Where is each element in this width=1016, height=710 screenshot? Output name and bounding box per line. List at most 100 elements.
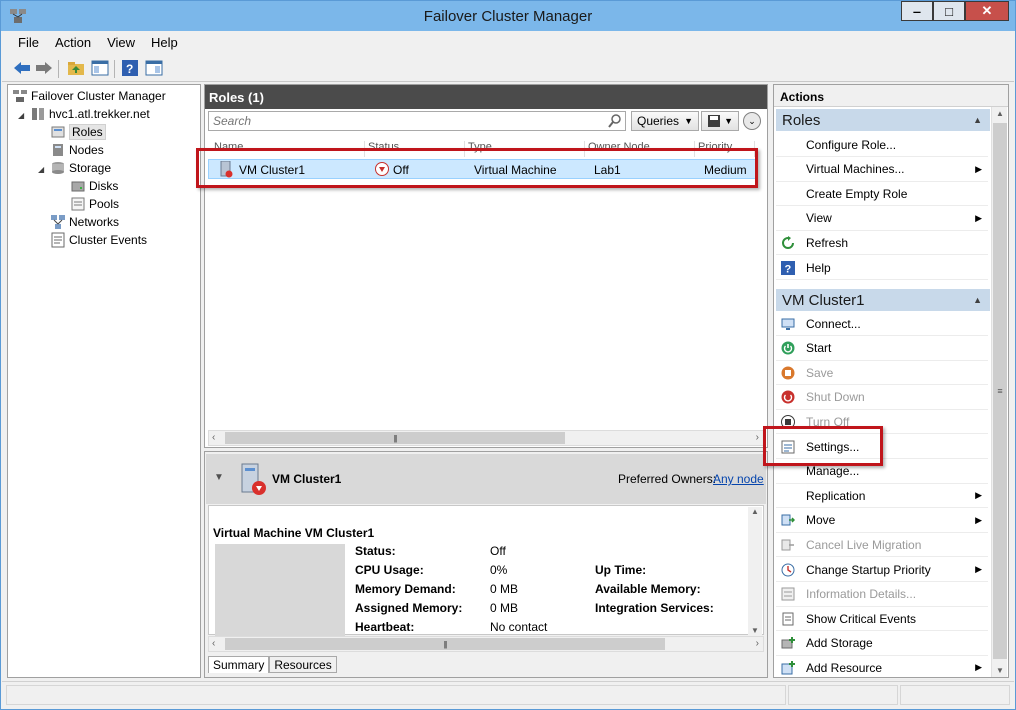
tree-disks[interactable]: Disks — [70, 177, 118, 195]
help-toolbar-button[interactable]: ? — [120, 58, 140, 78]
action-start[interactable]: Start — [776, 337, 988, 361]
title-bar: Failover Cluster Manager ‒ □ ✕ — [1, 1, 1015, 31]
menu-help[interactable]: Help — [143, 31, 186, 53]
action-change-startup-priority[interactable]: Change Startup Priority ▶ — [776, 558, 988, 582]
details-horizontal-scrollbar[interactable]: ‹ ||| › — [208, 636, 764, 652]
scroll-right-icon[interactable]: › — [756, 432, 759, 443]
tree-root[interactable]: Failover Cluster Manager — [12, 87, 166, 105]
dropdown-arrow-icon: ▼ — [724, 116, 733, 126]
roles-group-header[interactable]: Roles ▲ — [776, 109, 990, 131]
connect-icon — [780, 316, 796, 332]
action-refresh[interactable]: Refresh — [776, 231, 988, 256]
roles-group-label: Roles — [782, 112, 821, 129]
collapse-caret-icon[interactable]: ◢ — [38, 165, 44, 174]
search-icon[interactable] — [607, 113, 623, 129]
action-show-critical-events[interactable]: Show Critical Events — [776, 607, 988, 632]
maximize-button[interactable]: □ — [933, 1, 965, 21]
storage-icon — [52, 162, 64, 174]
back-button[interactable] — [12, 58, 32, 78]
action-label: Shut Down — [806, 390, 865, 405]
action-view[interactable]: View ▶ — [776, 207, 988, 231]
navigation-tree: Failover Cluster Manager ◢ hvc1.atl.trek… — [7, 84, 201, 678]
tab-summary[interactable]: Summary — [208, 656, 270, 673]
column-priority[interactable]: Priority — [695, 141, 755, 157]
tree-cluster-events[interactable]: Cluster Events — [50, 231, 147, 249]
forward-button[interactable] — [34, 58, 54, 78]
tree-networks[interactable]: Networks — [50, 213, 119, 231]
scroll-right-icon[interactable]: › — [756, 638, 759, 649]
show-hide-tree-button[interactable] — [90, 58, 110, 78]
collapse-caret-icon[interactable]: ◢ — [18, 111, 24, 120]
scroll-up-icon[interactable]: ▲ — [996, 109, 1004, 118]
turnoff-icon — [780, 414, 796, 430]
console-tree-icon — [91, 60, 109, 76]
collapse-up-icon: ▲ — [973, 115, 982, 125]
close-button[interactable]: ✕ — [965, 1, 1009, 21]
action-add-resource[interactable]: Add Resource ▶ — [776, 656, 988, 681]
up-folder-button[interactable] — [66, 58, 86, 78]
tab-resources[interactable]: Resources — [269, 656, 337, 673]
action-virtual-machines[interactable]: Virtual Machines... ▶ — [776, 158, 988, 182]
action-replication[interactable]: Replication ▶ — [776, 484, 988, 509]
window-title: Failover Cluster Manager — [423, 8, 593, 25]
action-label: Add Resource — [806, 660, 883, 675]
action-add-storage[interactable]: Add Storage — [776, 632, 988, 656]
action-turn-off: Turn Off — [776, 410, 988, 435]
off-status-icon — [375, 162, 389, 176]
show-hide-action-pane-button[interactable] — [144, 58, 164, 78]
forward-arrow-icon — [36, 62, 52, 74]
preferred-owners-label: Preferred Owners: — [618, 472, 717, 486]
column-status[interactable]: Status — [365, 141, 465, 157]
action-label: Settings... — [806, 439, 860, 454]
scroll-left-icon[interactable]: ‹ — [212, 638, 215, 649]
menu-view[interactable]: View — [99, 31, 143, 53]
scroll-up-icon[interactable]: ▲ — [751, 507, 759, 516]
details-header: ▼ VM Cluster1 Preferred Owners: Any node — [206, 454, 766, 504]
action-configure-role[interactable]: Configure Role... — [776, 133, 988, 157]
action-manage[interactable]: Manage... — [776, 460, 988, 484]
collapse-results-button[interactable]: ⌄ — [743, 112, 761, 130]
minimize-button[interactable]: ‒ — [901, 1, 933, 21]
action-create-empty-role[interactable]: Create Empty Role — [776, 182, 988, 207]
menu-file[interactable]: File — [10, 31, 47, 53]
scroll-down-icon[interactable]: ▼ — [996, 666, 1004, 675]
search-box — [208, 111, 626, 131]
scroll-thumb[interactable]: ||| — [225, 432, 565, 444]
actions-vertical-scrollbar[interactable]: ▲ ≡ ▼ — [991, 107, 1007, 677]
any-node-link[interactable]: Any node — [713, 472, 764, 486]
action-settings[interactable]: Settings... — [776, 435, 988, 459]
column-type[interactable]: Type — [465, 141, 585, 157]
heartbeat-label: Heartbeat: — [355, 620, 415, 634]
cluster-events-icon — [51, 232, 65, 248]
column-owner-node[interactable]: Owner Node — [585, 141, 695, 157]
tree-cluster[interactable]: hvc1.atl.trekker.net — [30, 105, 150, 123]
menu-action[interactable]: Action — [47, 31, 99, 53]
table-row[interactable]: VM Cluster1 Off Virtual Machine Lab1 Med… — [208, 159, 756, 179]
action-move[interactable]: Move ▶ — [776, 509, 988, 533]
horizontal-scrollbar[interactable]: ‹ ||| › — [208, 430, 764, 446]
search-input[interactable] — [209, 112, 599, 130]
scroll-thumb[interactable]: ||| — [225, 638, 665, 650]
tree-nodes[interactable]: Nodes — [50, 141, 104, 159]
scroll-left-icon[interactable]: ‹ — [212, 432, 215, 443]
tree-storage[interactable]: Storage — [50, 159, 111, 177]
tree-pools[interactable]: Pools — [70, 195, 119, 213]
action-label: Start — [806, 341, 832, 356]
scroll-down-icon[interactable]: ▼ — [751, 626, 759, 635]
chevron-down-icon[interactable]: ▼ — [214, 472, 224, 483]
action-label: Change Startup Priority — [806, 562, 931, 577]
vm-group-header[interactable]: VM Cluster1 ▲ — [776, 289, 990, 311]
scroll-thumb[interactable]: ≡ — [993, 123, 1007, 659]
save-query-button[interactable]: ▼ — [701, 111, 739, 131]
action-label: Save — [806, 365, 834, 380]
details-vertical-scrollbar[interactable]: ▲ ▼ — [748, 507, 762, 635]
column-name[interactable]: Name — [211, 141, 365, 157]
action-label: Configure Role... — [806, 137, 897, 152]
tree-roles[interactable]: Roles — [50, 123, 106, 141]
action-information-details: Information Details... — [776, 583, 988, 607]
action-label: Turn Off — [806, 414, 850, 429]
action-help[interactable]: ? Help — [776, 256, 988, 280]
action-connect[interactable]: Connect... — [776, 312, 988, 336]
queries-button[interactable]: Queries ▼ — [631, 111, 699, 131]
cancel-migration-icon — [780, 537, 796, 553]
